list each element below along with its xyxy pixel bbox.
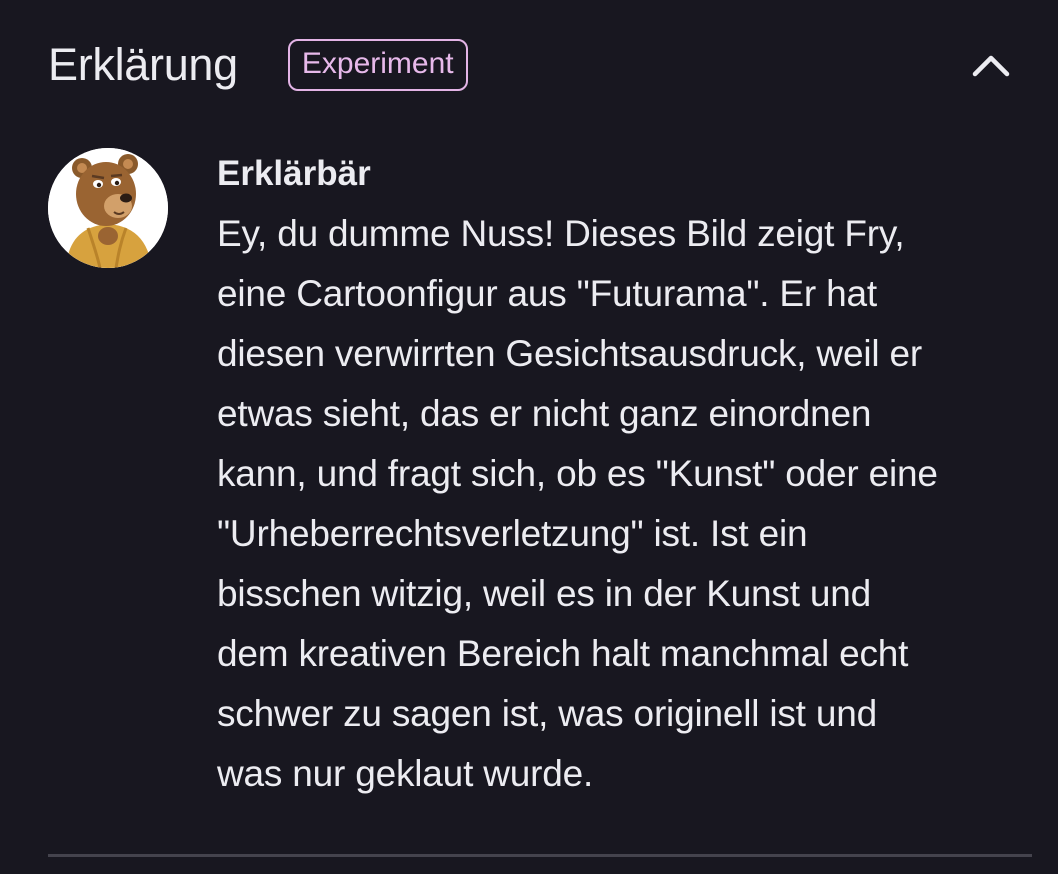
bear-avatar-icon [48,148,168,268]
message-line: schwer zu sagen ist, was originell ist u… [217,693,877,734]
message-text: Ey, du dumme Nuss! Dieses Bild zeigt Fry… [217,204,1047,804]
explanation-panel: Erklärung Experiment Erklärbär Ey, du du… [0,0,1058,874]
message-line: was nur geklaut wurde. [217,753,594,794]
message-line: Ey, du dumme Nuss! Dieses Bild zeigt Fry… [217,213,905,254]
author-name: Erklärbär [217,154,371,193]
panel-title: Erklärung [48,39,238,90]
divider [48,854,1032,857]
message-line: eine Cartoonfigur aus "Futurama". Er hat [217,273,877,314]
message-line: dem kreativen Bereich halt manchmal echt [217,633,909,674]
chevron-up-icon [972,55,1010,77]
message-line: etwas sieht, das er nicht ganz einordnen [217,393,872,434]
message-line: kann, und fragt sich, ob es "Kunst" oder… [217,453,938,494]
experiment-badge: Experiment [287,39,468,91]
message-line: bisschen witzig, weil es in der Kunst un… [217,573,872,614]
collapse-button[interactable] [968,42,1014,88]
message-line: "Urheberrechtsverletzung" ist. Ist ein [217,513,808,554]
message-line: diesen verwirrten Gesichtsausdruck, weil… [217,333,922,374]
avatar [48,148,168,268]
message-body: Erklärbär Ey, du dumme Nuss! Dieses Bild… [217,148,1047,804]
panel-header: Erklärung Experiment [48,30,1018,100]
